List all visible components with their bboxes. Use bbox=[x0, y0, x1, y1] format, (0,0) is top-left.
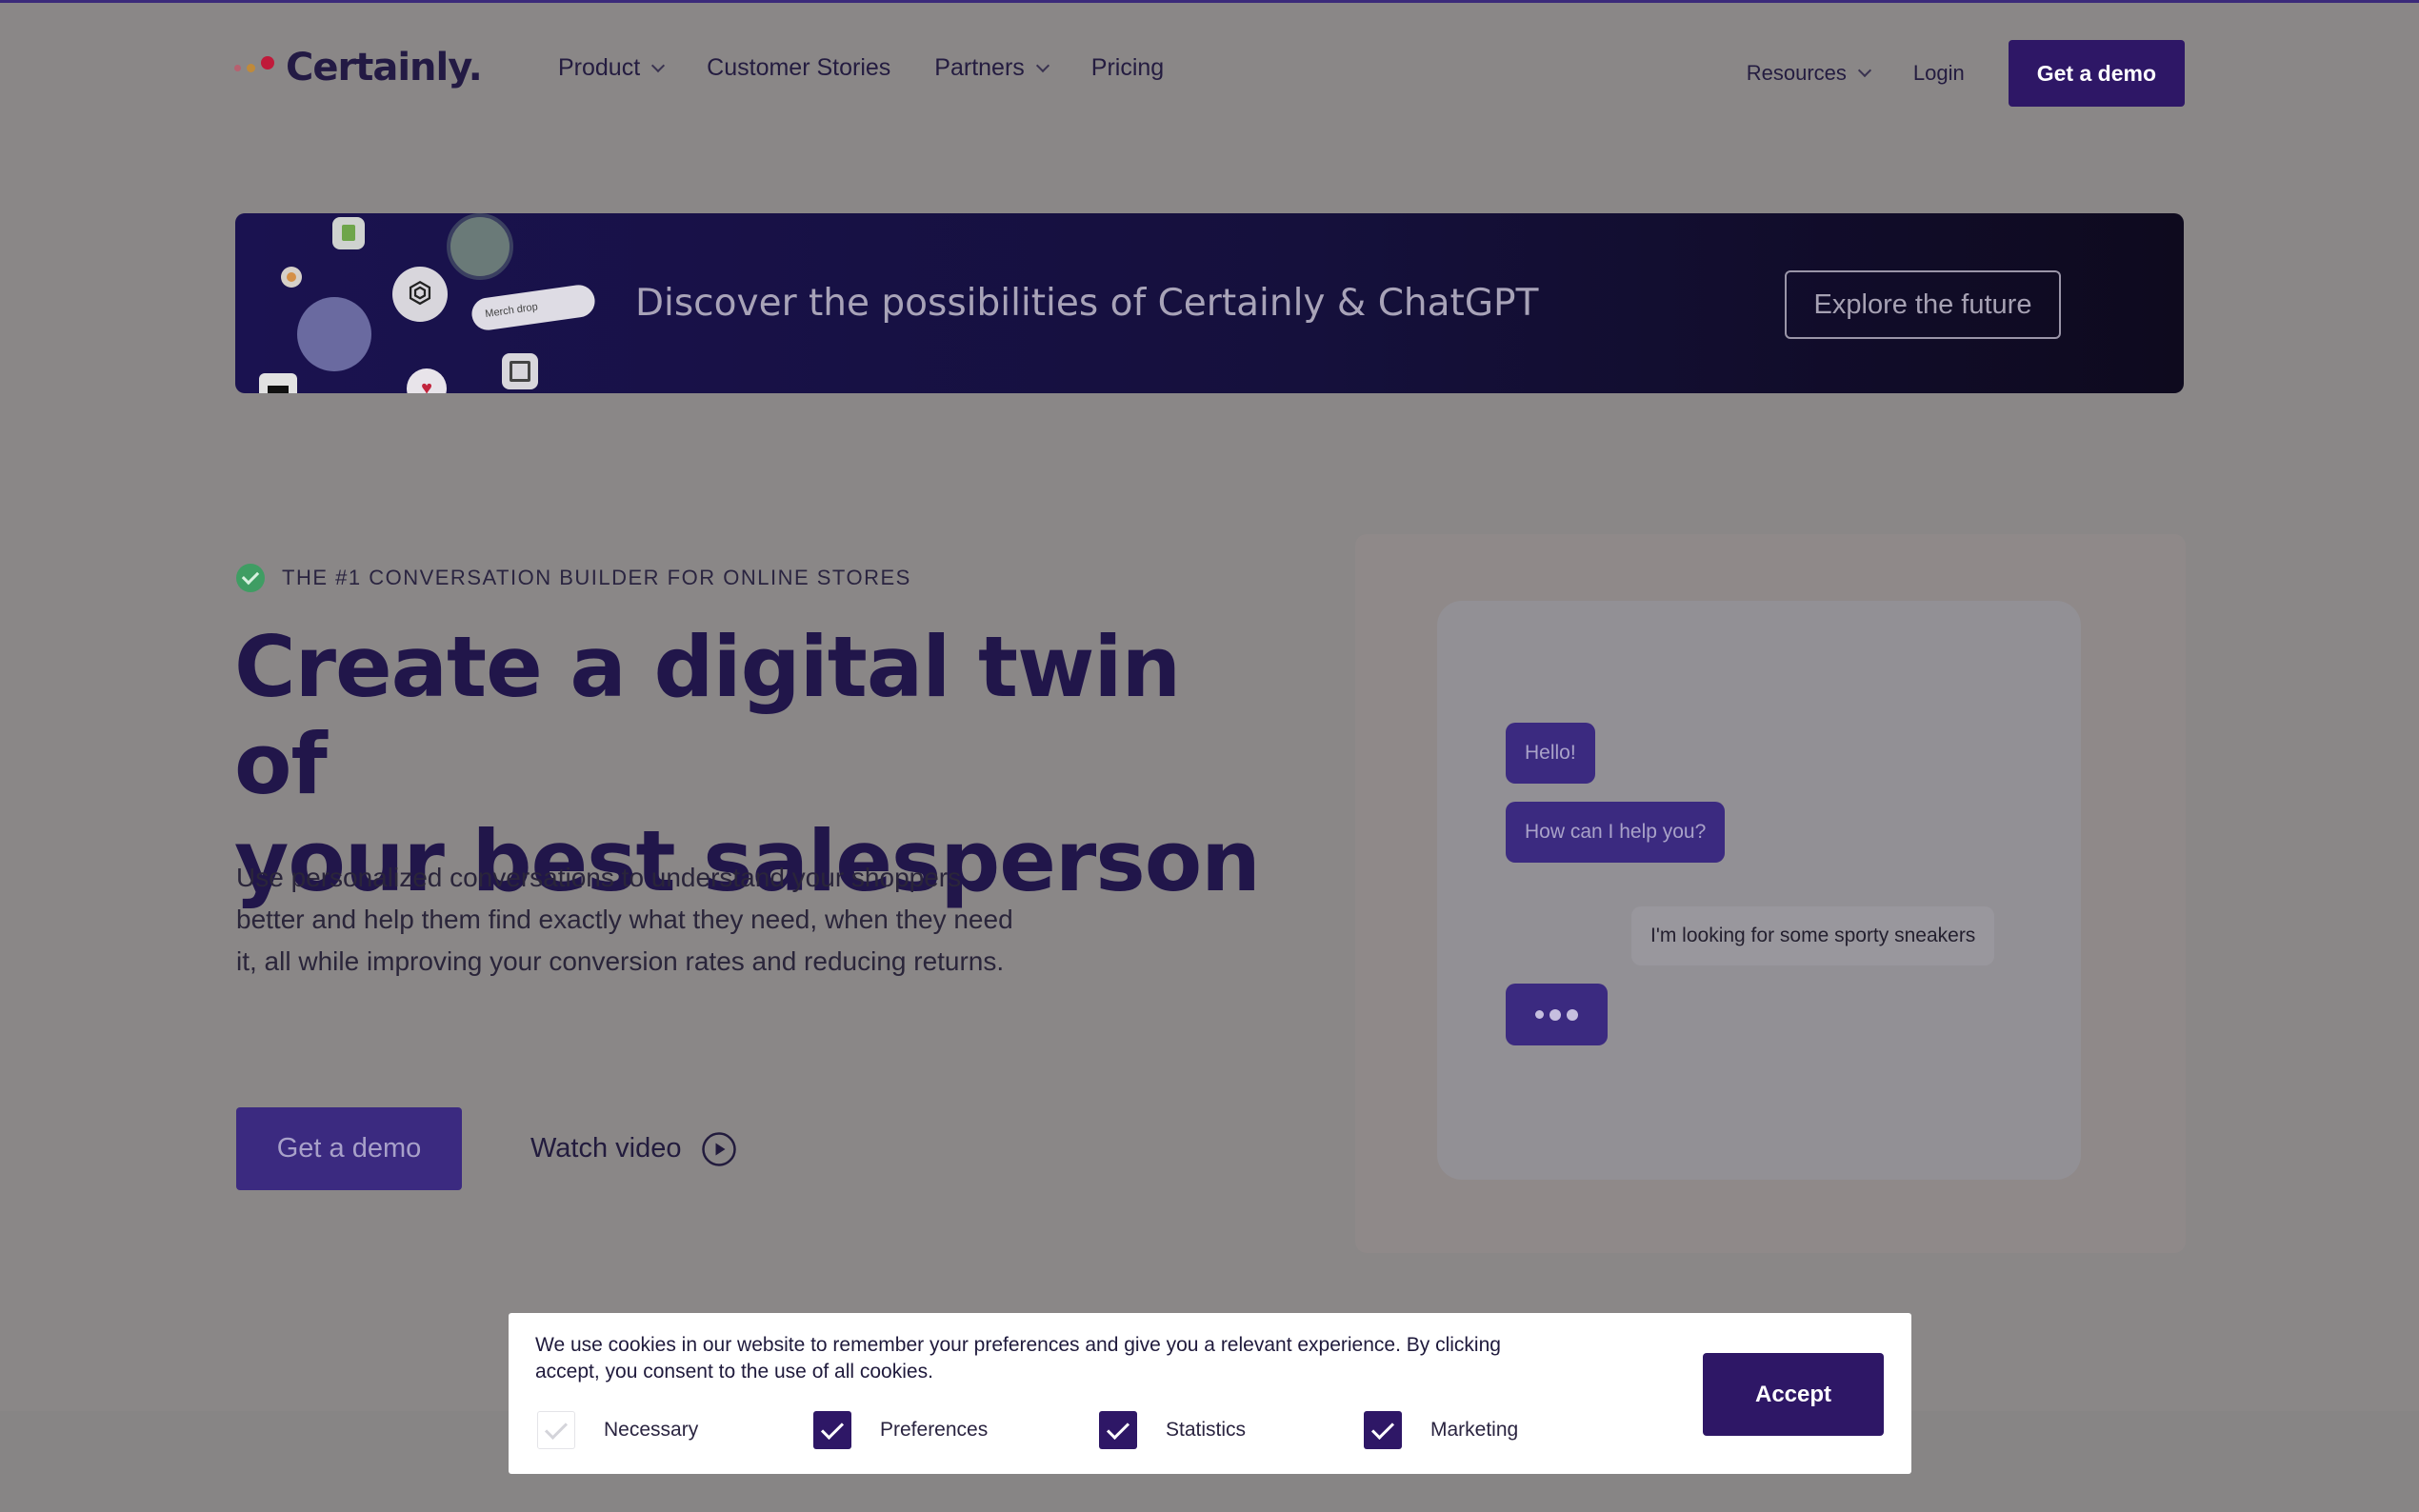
tagline-row: THE #1 CONVERSATION BUILDER FOR ONLINE S… bbox=[236, 564, 911, 592]
check-circle-icon bbox=[236, 564, 265, 592]
nav-item-label: Partners bbox=[934, 54, 1025, 81]
nav-item-pricing[interactable]: Pricing bbox=[1091, 54, 1164, 82]
get-demo-button-header[interactable]: Get a demo bbox=[2008, 40, 2185, 107]
logo-text: Certainly. bbox=[286, 46, 483, 90]
avatar-icon bbox=[447, 213, 513, 280]
cookie-option-preferences: Preferences bbox=[813, 1411, 1099, 1449]
header-actions: Resources Login Get a demo bbox=[1747, 40, 2185, 107]
typing-indicator bbox=[1506, 984, 1608, 1045]
marketing-checkbox[interactable] bbox=[1364, 1411, 1402, 1449]
avatar-icon bbox=[297, 297, 371, 371]
hero-title-line-1: Create a digital twin of bbox=[234, 618, 1181, 813]
nav-item-resources[interactable]: Resources bbox=[1746, 61, 1871, 86]
cookie-option-marketing: Marketing bbox=[1364, 1411, 1518, 1449]
nav-item-customer-stories[interactable]: Customer Stories bbox=[707, 54, 890, 82]
cookie-option-necessary: Necessary bbox=[537, 1411, 813, 1449]
chat-window bbox=[1437, 601, 2081, 1180]
watch-video-label: Watch video bbox=[530, 1133, 682, 1164]
nav-item-label: Resources bbox=[1746, 61, 1847, 85]
nav-item-label: Customer Stories bbox=[707, 54, 891, 81]
cookie-message: We use cookies in our website to remembe… bbox=[535, 1334, 1501, 1383]
chatgpt-banner[interactable]: ♥ Merch drop Discover the possibilities … bbox=[235, 213, 2184, 393]
hero-cta-row: Get a demo Watch video bbox=[236, 1107, 737, 1190]
hero-description: Use personalized conversations to unders… bbox=[236, 863, 1013, 976]
heart-icon: ♥ bbox=[407, 368, 447, 393]
watch-video-button[interactable]: Watch video bbox=[530, 1131, 737, 1167]
logo-dots-icon bbox=[234, 56, 274, 72]
cookie-banner: We use cookies in our website to remembe… bbox=[509, 1313, 1911, 1474]
shopping-bag-icon bbox=[332, 217, 365, 249]
get-demo-button-hero[interactable]: Get a demo bbox=[236, 1107, 462, 1190]
device-icon bbox=[259, 373, 297, 393]
cookie-option-label: Statistics bbox=[1166, 1419, 1247, 1441]
preferences-checkbox[interactable] bbox=[813, 1411, 851, 1449]
chat-message-bot: How can I help you? bbox=[1506, 802, 1726, 863]
dot-icon bbox=[281, 267, 302, 288]
openai-icon bbox=[392, 267, 448, 322]
logo[interactable]: Certainly. bbox=[234, 41, 483, 94]
play-circle-icon bbox=[701, 1131, 736, 1166]
nav-item-label: Pricing bbox=[1090, 54, 1165, 81]
cookie-option-label: Necessary bbox=[604, 1419, 699, 1441]
main-nav: Product Customer Stories Partners Pricin… bbox=[558, 54, 1208, 82]
statistics-checkbox[interactable] bbox=[1099, 1411, 1137, 1449]
login-link[interactable]: Login bbox=[1913, 61, 1965, 86]
cookie-option-label: Preferences bbox=[880, 1419, 989, 1441]
cookie-option-label: Marketing bbox=[1430, 1419, 1519, 1441]
chevron-down-icon bbox=[1035, 58, 1050, 72]
chat-message-bot: Hello! bbox=[1506, 723, 1595, 784]
cookie-options: Necessary Preferences Statistics Marketi… bbox=[537, 1411, 1518, 1449]
copy-icon bbox=[502, 353, 538, 389]
nav-item-product[interactable]: Product bbox=[558, 54, 666, 82]
nav-item-label: Product bbox=[558, 54, 641, 81]
accept-cookies-button[interactable]: Accept bbox=[1703, 1353, 1884, 1436]
hero-tagline: THE #1 CONVERSATION BUILDER FOR ONLINE S… bbox=[282, 566, 911, 589]
explore-future-button[interactable]: Explore the future bbox=[1785, 270, 2061, 339]
necessary-checkbox[interactable] bbox=[537, 1411, 575, 1449]
merch-drop-pill: Merch drop bbox=[470, 283, 597, 332]
cookie-option-statistics: Statistics bbox=[1099, 1411, 1364, 1449]
login-label: Login bbox=[1912, 61, 1965, 85]
chat-message-user: I'm looking for some sporty sneakers bbox=[1631, 906, 1995, 965]
chevron-down-icon bbox=[651, 58, 666, 72]
nav-item-partners[interactable]: Partners bbox=[934, 54, 1050, 82]
banner-headline: Discover the possibilities of Certainly … bbox=[635, 282, 1539, 325]
chevron-down-icon bbox=[1857, 63, 1871, 78]
site-header: Certainly. Product Customer Stories Part… bbox=[0, 3, 2419, 146]
